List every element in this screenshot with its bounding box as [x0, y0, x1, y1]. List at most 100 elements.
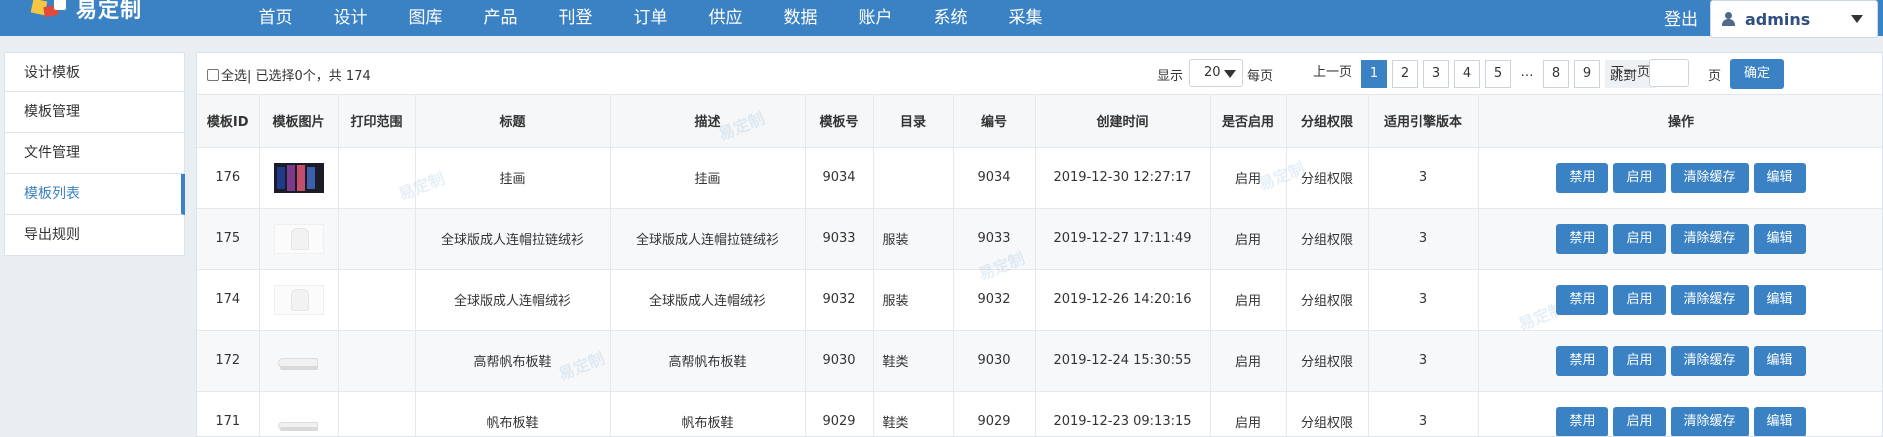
column-header[interactable]: 创建时间: [1035, 95, 1211, 148]
column-header[interactable]: 模板号: [805, 95, 874, 148]
nav-item-home[interactable]: 首页: [238, 0, 313, 36]
sidebar-item-template-manage[interactable]: 模板管理: [4, 92, 185, 133]
nav-item-collect[interactable]: 采集: [988, 0, 1063, 36]
nav-item-design[interactable]: 设计: [313, 0, 388, 36]
cell-enabled: 启用: [1210, 330, 1287, 392]
cell-template-no: 9030: [805, 330, 874, 392]
clear-cache-button[interactable]: 清除缓存: [1670, 223, 1749, 254]
column-header[interactable]: 分组权限: [1286, 95, 1369, 148]
nav-item-products[interactable]: 产品: [463, 0, 538, 36]
cell-engine: 3: [1368, 269, 1479, 331]
table-row[interactable]: 171 帆布板鞋 帆布板鞋 9029 鞋类 9029 2019-12-23 09…: [197, 391, 1882, 437]
edit-button[interactable]: 编辑: [1753, 406, 1806, 436]
hoodie-thumbnail[interactable]: [273, 284, 324, 315]
cell-title: 帆布板鞋: [415, 391, 611, 436]
cell-group: 分组权限: [1286, 330, 1369, 392]
cell-created: 2019-12-30 12:27:17: [1035, 147, 1211, 209]
column-header[interactable]: 适用引擎版本: [1368, 95, 1479, 148]
page-button-5[interactable]: 5: [1485, 60, 1512, 88]
column-header[interactable]: 目录: [873, 95, 954, 148]
sidebar-item-export-rules[interactable]: 导出规则: [4, 215, 185, 256]
enable-button[interactable]: 启用: [1613, 223, 1666, 254]
high-top-shoe-thumbnail[interactable]: [274, 346, 324, 376]
disable-button[interactable]: 禁用: [1556, 284, 1609, 315]
cell-id: 174: [197, 269, 260, 331]
page-button-4[interactable]: 4: [1454, 60, 1481, 88]
zip-hoodie-thumbnail[interactable]: [273, 223, 324, 254]
cell-enabled: 启用: [1210, 147, 1287, 209]
jump-page-input[interactable]: [1649, 59, 1689, 87]
column-header: 操作: [1478, 95, 1882, 148]
page-button-9[interactable]: 9: [1574, 60, 1601, 88]
disable-button[interactable]: 禁用: [1556, 162, 1609, 193]
cell-code: 9029: [953, 391, 1036, 436]
cell-image[interactable]: [259, 391, 339, 437]
edit-button[interactable]: 编辑: [1753, 162, 1806, 193]
cell-image[interactable]: [259, 330, 339, 392]
select-all[interactable]: 全选 | 已选择0个，共 174: [207, 65, 371, 84]
enable-button[interactable]: 启用: [1613, 162, 1666, 193]
canvas-shoe-thumbnail[interactable]: [274, 407, 324, 437]
clear-cache-button[interactable]: 清除缓存: [1670, 406, 1749, 436]
column-header[interactable]: 是否启用: [1210, 95, 1287, 148]
cell-template-no: 9032: [805, 269, 874, 331]
nav-item-data[interactable]: 数据: [763, 0, 838, 36]
cell-created: 2019-12-24 15:30:55: [1035, 330, 1211, 392]
page-button-8[interactable]: 8: [1543, 60, 1570, 88]
column-header[interactable]: 打印范围: [338, 95, 416, 148]
edit-button[interactable]: 编辑: [1753, 345, 1806, 376]
logout-link[interactable]: 登出: [1664, 0, 1698, 40]
enable-button[interactable]: 启用: [1613, 406, 1666, 436]
edit-button[interactable]: 编辑: [1753, 284, 1806, 315]
chevron-down-icon: [1851, 15, 1863, 23]
sidebar-item-template-list[interactable]: 模板列表: [4, 174, 185, 215]
column-header[interactable]: 编号: [953, 95, 1036, 148]
prev-page-button[interactable]: 上一页: [1309, 60, 1357, 88]
nav-item-system[interactable]: 系统: [913, 0, 988, 36]
clear-cache-button[interactable]: 清除缓存: [1670, 345, 1749, 376]
column-header[interactable]: 模板ID: [197, 95, 260, 148]
cell-desc: 帆布板鞋: [610, 391, 806, 436]
table-row[interactable]: 172 高帮帆布板鞋 高帮帆布板鞋 9030 鞋类 9030 2019-12-2…: [197, 330, 1882, 392]
clear-cache-button[interactable]: 清除缓存: [1670, 162, 1749, 193]
selection-status: | 已选择0个，共 174: [247, 69, 371, 84]
clear-cache-button[interactable]: 清除缓存: [1670, 284, 1749, 315]
column-header[interactable]: 描述: [610, 95, 806, 148]
enable-button[interactable]: 启用: [1613, 284, 1666, 315]
brand-logo[interactable]: 易定制: [28, 0, 188, 24]
user-dropdown[interactable]: admins: [1710, 0, 1878, 38]
nav-item-listing[interactable]: 刊登: [538, 0, 613, 36]
column-header[interactable]: 标题: [415, 95, 611, 148]
enable-button[interactable]: 启用: [1613, 345, 1666, 376]
cell-title: 高帮帆布板鞋: [415, 330, 611, 392]
per-page-label: 每页: [1247, 69, 1274, 84]
cell-desc: 挂画: [610, 147, 806, 209]
cell-image[interactable]: [259, 147, 339, 209]
page-button-2[interactable]: 2: [1392, 60, 1419, 88]
disable-button[interactable]: 禁用: [1556, 223, 1609, 254]
nav-item-account[interactable]: 账户: [838, 0, 913, 36]
cell-image[interactable]: [259, 208, 339, 270]
nav-item-gallery[interactable]: 图库: [388, 0, 463, 36]
table-row[interactable]: 174 全球版成人连帽绒衫 全球版成人连帽绒衫 9032 服装 9032 201…: [197, 269, 1882, 331]
sidebar-item-file-manage[interactable]: 文件管理: [4, 133, 185, 174]
cell-print-range: [338, 330, 416, 392]
disable-button[interactable]: 禁用: [1556, 345, 1609, 376]
cell-title: 挂画: [415, 147, 611, 209]
page-size-select[interactable]: 20: [1189, 59, 1243, 87]
jump-label: 跳到: [1610, 69, 1637, 84]
nav-item-orders[interactable]: 订单: [613, 0, 688, 36]
page-button-1[interactable]: 1: [1361, 60, 1388, 88]
select-all-checkbox[interactable]: [207, 68, 219, 81]
column-header[interactable]: 模板图片: [259, 95, 339, 148]
cell-image[interactable]: [259, 269, 339, 331]
edit-button[interactable]: 编辑: [1753, 223, 1806, 254]
confirm-jump-button[interactable]: 确定: [1730, 59, 1784, 89]
table-header-row: 模板ID 模板图片 打印范围 标题 描述 模板号 目录 编号 创建时间 是否启用…: [197, 95, 1882, 148]
nav-item-supply[interactable]: 供应: [688, 0, 763, 36]
hanging-painting-thumbnail[interactable]: [273, 162, 324, 193]
table-row[interactable]: 175 全球版成人连帽拉链绒衫 全球版成人连帽拉链绒衫 9033 服装 9033…: [197, 208, 1882, 270]
disable-button[interactable]: 禁用: [1556, 406, 1609, 436]
page-button-3[interactable]: 3: [1423, 60, 1450, 88]
table-row[interactable]: 176 挂画 挂画 9034 9034 2019-12-30 12:27:17 …: [197, 147, 1882, 209]
